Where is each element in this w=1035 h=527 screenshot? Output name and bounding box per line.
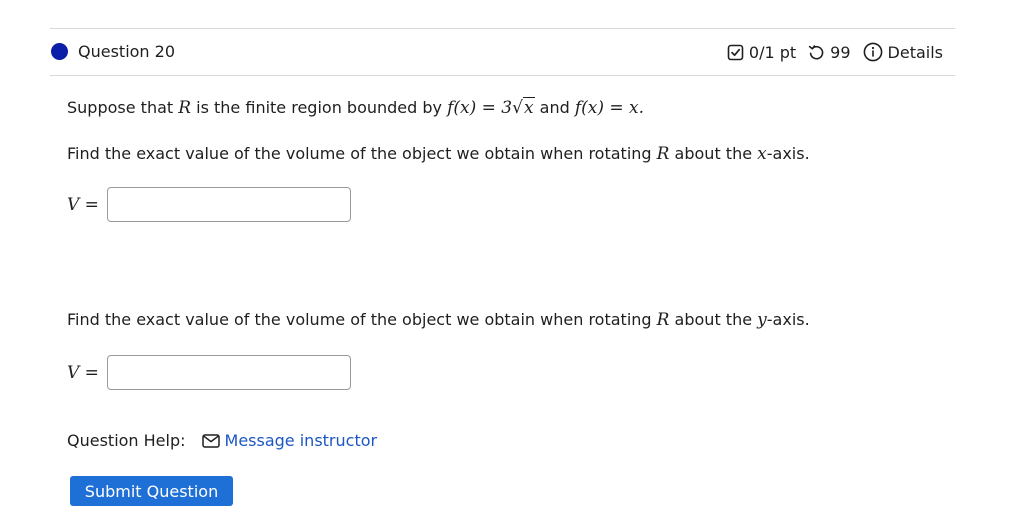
score-check-icon [727, 44, 744, 61]
mail-icon [201, 433, 220, 448]
function-2: f(x) = x. [574, 98, 645, 118]
top-divider [50, 28, 955, 29]
answer-label-1: V = [67, 194, 99, 215]
answer-row-2: V = [67, 355, 351, 390]
sqrt-expression: √x [512, 97, 535, 118]
answer-row-1: V = [67, 187, 351, 222]
submit-question-button[interactable]: Submit Question [70, 476, 233, 506]
question-meta: 0/1 pt 99 Details [727, 42, 943, 62]
retry-icon [808, 44, 825, 61]
question-status-dot [51, 43, 68, 60]
part2-prompt: Find the exact value of the volume of th… [67, 310, 810, 330]
question-header: Question 20 0/1 pt 99 Details [50, 36, 955, 70]
retries-value: 99 [830, 42, 851, 62]
score: 0/1 pt [727, 43, 796, 62]
header-divider [50, 75, 955, 76]
question-title: Question 20 [78, 42, 176, 61]
message-instructor-link[interactable]: Message instructor [201, 431, 378, 450]
message-instructor-label: Message instructor [224, 431, 378, 450]
problem-statement: Suppose that R is the finite region boun… [67, 97, 645, 118]
retries: 99 [808, 42, 851, 62]
part1-prompt: Find the exact value of the volume of th… [67, 144, 810, 164]
score-value: 0/1 pt [748, 42, 797, 62]
volume-x-axis-input[interactable] [106, 187, 351, 222]
region-var: R [178, 98, 192, 118]
volume-y-axis-input[interactable] [106, 355, 351, 390]
details-button[interactable]: Details [863, 42, 943, 62]
question-help-label: Question Help: [67, 431, 186, 450]
details-label: Details [887, 42, 943, 62]
info-icon [863, 42, 883, 62]
function-1: f(x) = 3√x [447, 97, 535, 118]
answer-label-2: V = [67, 362, 99, 383]
question-help: Question Help: Message instructor [67, 431, 377, 450]
